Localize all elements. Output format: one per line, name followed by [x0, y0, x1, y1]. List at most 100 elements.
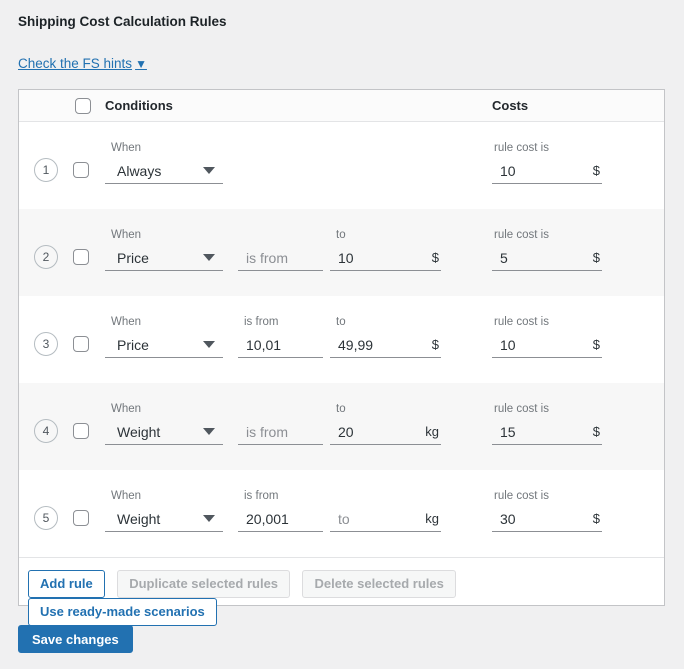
range-unit-label: kg: [425, 424, 439, 439]
range-unit-label: $: [431, 337, 439, 352]
rule-cost-field: rule cost is $: [492, 490, 602, 532]
rules-body: 1 When Always rule cost is $ 2 When Pric…: [19, 122, 664, 557]
rule-cost-field: rule cost is $: [492, 316, 602, 358]
rule-cost-label: rule cost is: [494, 403, 549, 415]
range-field: [238, 403, 323, 445]
rule-number-badge: 5: [34, 506, 58, 530]
rule-row: 1 When Always rule cost is $: [19, 122, 664, 209]
rule-cost-field: rule cost is $: [492, 229, 602, 271]
when-select-value: Weight: [117, 423, 161, 440]
use-ready-made-scenarios-button[interactable]: Use ready-made scenarios: [28, 598, 217, 626]
when-select-value: Price: [117, 249, 149, 266]
conditions-column-header: Conditions: [105, 98, 173, 113]
rule-row: 2 When Price to $ rule cost is $: [19, 209, 664, 296]
when-label: When: [111, 142, 142, 154]
when-select-value: Price: [117, 336, 149, 353]
range-input[interactable]: [330, 423, 426, 440]
range-input[interactable]: [330, 336, 432, 353]
rule-checkbox[interactable]: [73, 510, 89, 526]
range-field: is from: [238, 316, 323, 358]
range-field: is from: [238, 490, 323, 532]
when-select[interactable]: Price: [105, 245, 223, 271]
range-input[interactable]: [238, 510, 321, 527]
when-label: When: [111, 229, 142, 241]
when-label: When: [111, 490, 142, 502]
select-caret-down-icon: [203, 254, 215, 261]
range-input[interactable]: [238, 423, 321, 440]
currency-unit-label: $: [592, 337, 600, 352]
range-field-label: is from: [244, 490, 279, 502]
select-caret-down-icon: [203, 515, 215, 522]
rules-table: Conditions Costs 1 When Always rule cost…: [18, 89, 665, 626]
range-field: [238, 229, 323, 271]
range-field: kg: [330, 490, 441, 532]
when-select-field: When Price: [105, 229, 223, 271]
page-title: Shipping Cost Calculation Rules: [18, 14, 227, 29]
currency-unit-label: $: [592, 250, 600, 265]
currency-unit-label: $: [592, 163, 600, 178]
rule-cost-input[interactable]: [492, 510, 593, 527]
when-select-field: When Price: [105, 316, 223, 358]
rule-cost-field: rule cost is $: [492, 403, 602, 445]
rule-cost-label: rule cost is: [494, 490, 549, 502]
table-header: Conditions Costs: [19, 90, 664, 122]
range-input[interactable]: [238, 336, 321, 353]
when-select-field: When Weight: [105, 490, 223, 532]
range-field-label: to: [336, 229, 346, 241]
rule-number-badge: 1: [34, 158, 58, 182]
when-label: When: [111, 316, 142, 328]
rule-cost-label: rule cost is: [494, 142, 549, 154]
range-field-label: [238, 403, 323, 419]
range-input[interactable]: [330, 249, 432, 266]
rule-checkbox[interactable]: [73, 423, 89, 439]
select-all-checkbox[interactable]: [75, 98, 91, 114]
select-caret-down-icon: [203, 428, 215, 435]
rule-number-badge: 3: [34, 332, 58, 356]
rule-checkbox[interactable]: [73, 162, 89, 178]
when-select-field: When Always: [105, 142, 223, 184]
rule-cost-input[interactable]: [492, 162, 593, 179]
add-rule-button[interactable]: Add rule: [28, 570, 105, 598]
caret-down-icon: ▼: [135, 57, 147, 71]
duplicate-selected-rules-button: Duplicate selected rules: [117, 570, 291, 598]
when-select[interactable]: Weight: [105, 419, 223, 445]
when-select[interactable]: Always: [105, 158, 223, 184]
when-select-value: Always: [117, 162, 162, 179]
select-caret-down-icon: [203, 341, 215, 348]
range-unit-label: $: [431, 250, 439, 265]
rule-checkbox[interactable]: [73, 249, 89, 265]
rule-cost-input[interactable]: [492, 336, 593, 353]
page: Shipping Cost Calculation Rules Check th…: [0, 14, 684, 653]
range-field: to kg: [330, 403, 441, 445]
range-field: to $: [330, 229, 441, 271]
range-field-label: to: [336, 403, 346, 415]
rule-number-badge: 4: [34, 419, 58, 443]
currency-unit-label: $: [592, 511, 600, 526]
when-select-value: Weight: [117, 510, 161, 527]
select-caret-down-icon: [203, 167, 215, 174]
range-input[interactable]: [238, 249, 321, 266]
table-footer: Add rule Duplicate selected rules Delete…: [19, 557, 664, 626]
rule-cost-label: rule cost is: [494, 316, 549, 328]
range-input[interactable]: [330, 510, 426, 527]
range-unit-label: kg: [425, 511, 439, 526]
rule-row: 3 When Price is from to $ rule cost is: [19, 296, 664, 383]
rule-cost-field: rule cost is $: [492, 142, 602, 184]
range-field-label: to: [336, 316, 346, 328]
rule-row: 5 When Weight is from kg rule cost is: [19, 470, 664, 557]
rule-cost-input[interactable]: [492, 249, 593, 266]
when-select[interactable]: Price: [105, 332, 223, 358]
when-select[interactable]: Weight: [105, 506, 223, 532]
rule-cost-label: rule cost is: [494, 229, 549, 241]
save-changes-button[interactable]: Save changes: [18, 625, 133, 653]
range-field-label: is from: [244, 316, 279, 328]
range-field-label: [238, 229, 323, 245]
costs-column-header: Costs: [492, 98, 529, 113]
fs-hints-link-label: Check the FS hints: [18, 56, 133, 71]
delete-selected-rules-button: Delete selected rules: [302, 570, 456, 598]
rule-number-badge: 2: [34, 245, 58, 269]
currency-unit-label: $: [592, 424, 600, 439]
fs-hints-link[interactable]: Check the FS hints ▼: [18, 56, 147, 71]
rule-cost-input[interactable]: [492, 423, 593, 440]
rule-checkbox[interactable]: [73, 336, 89, 352]
